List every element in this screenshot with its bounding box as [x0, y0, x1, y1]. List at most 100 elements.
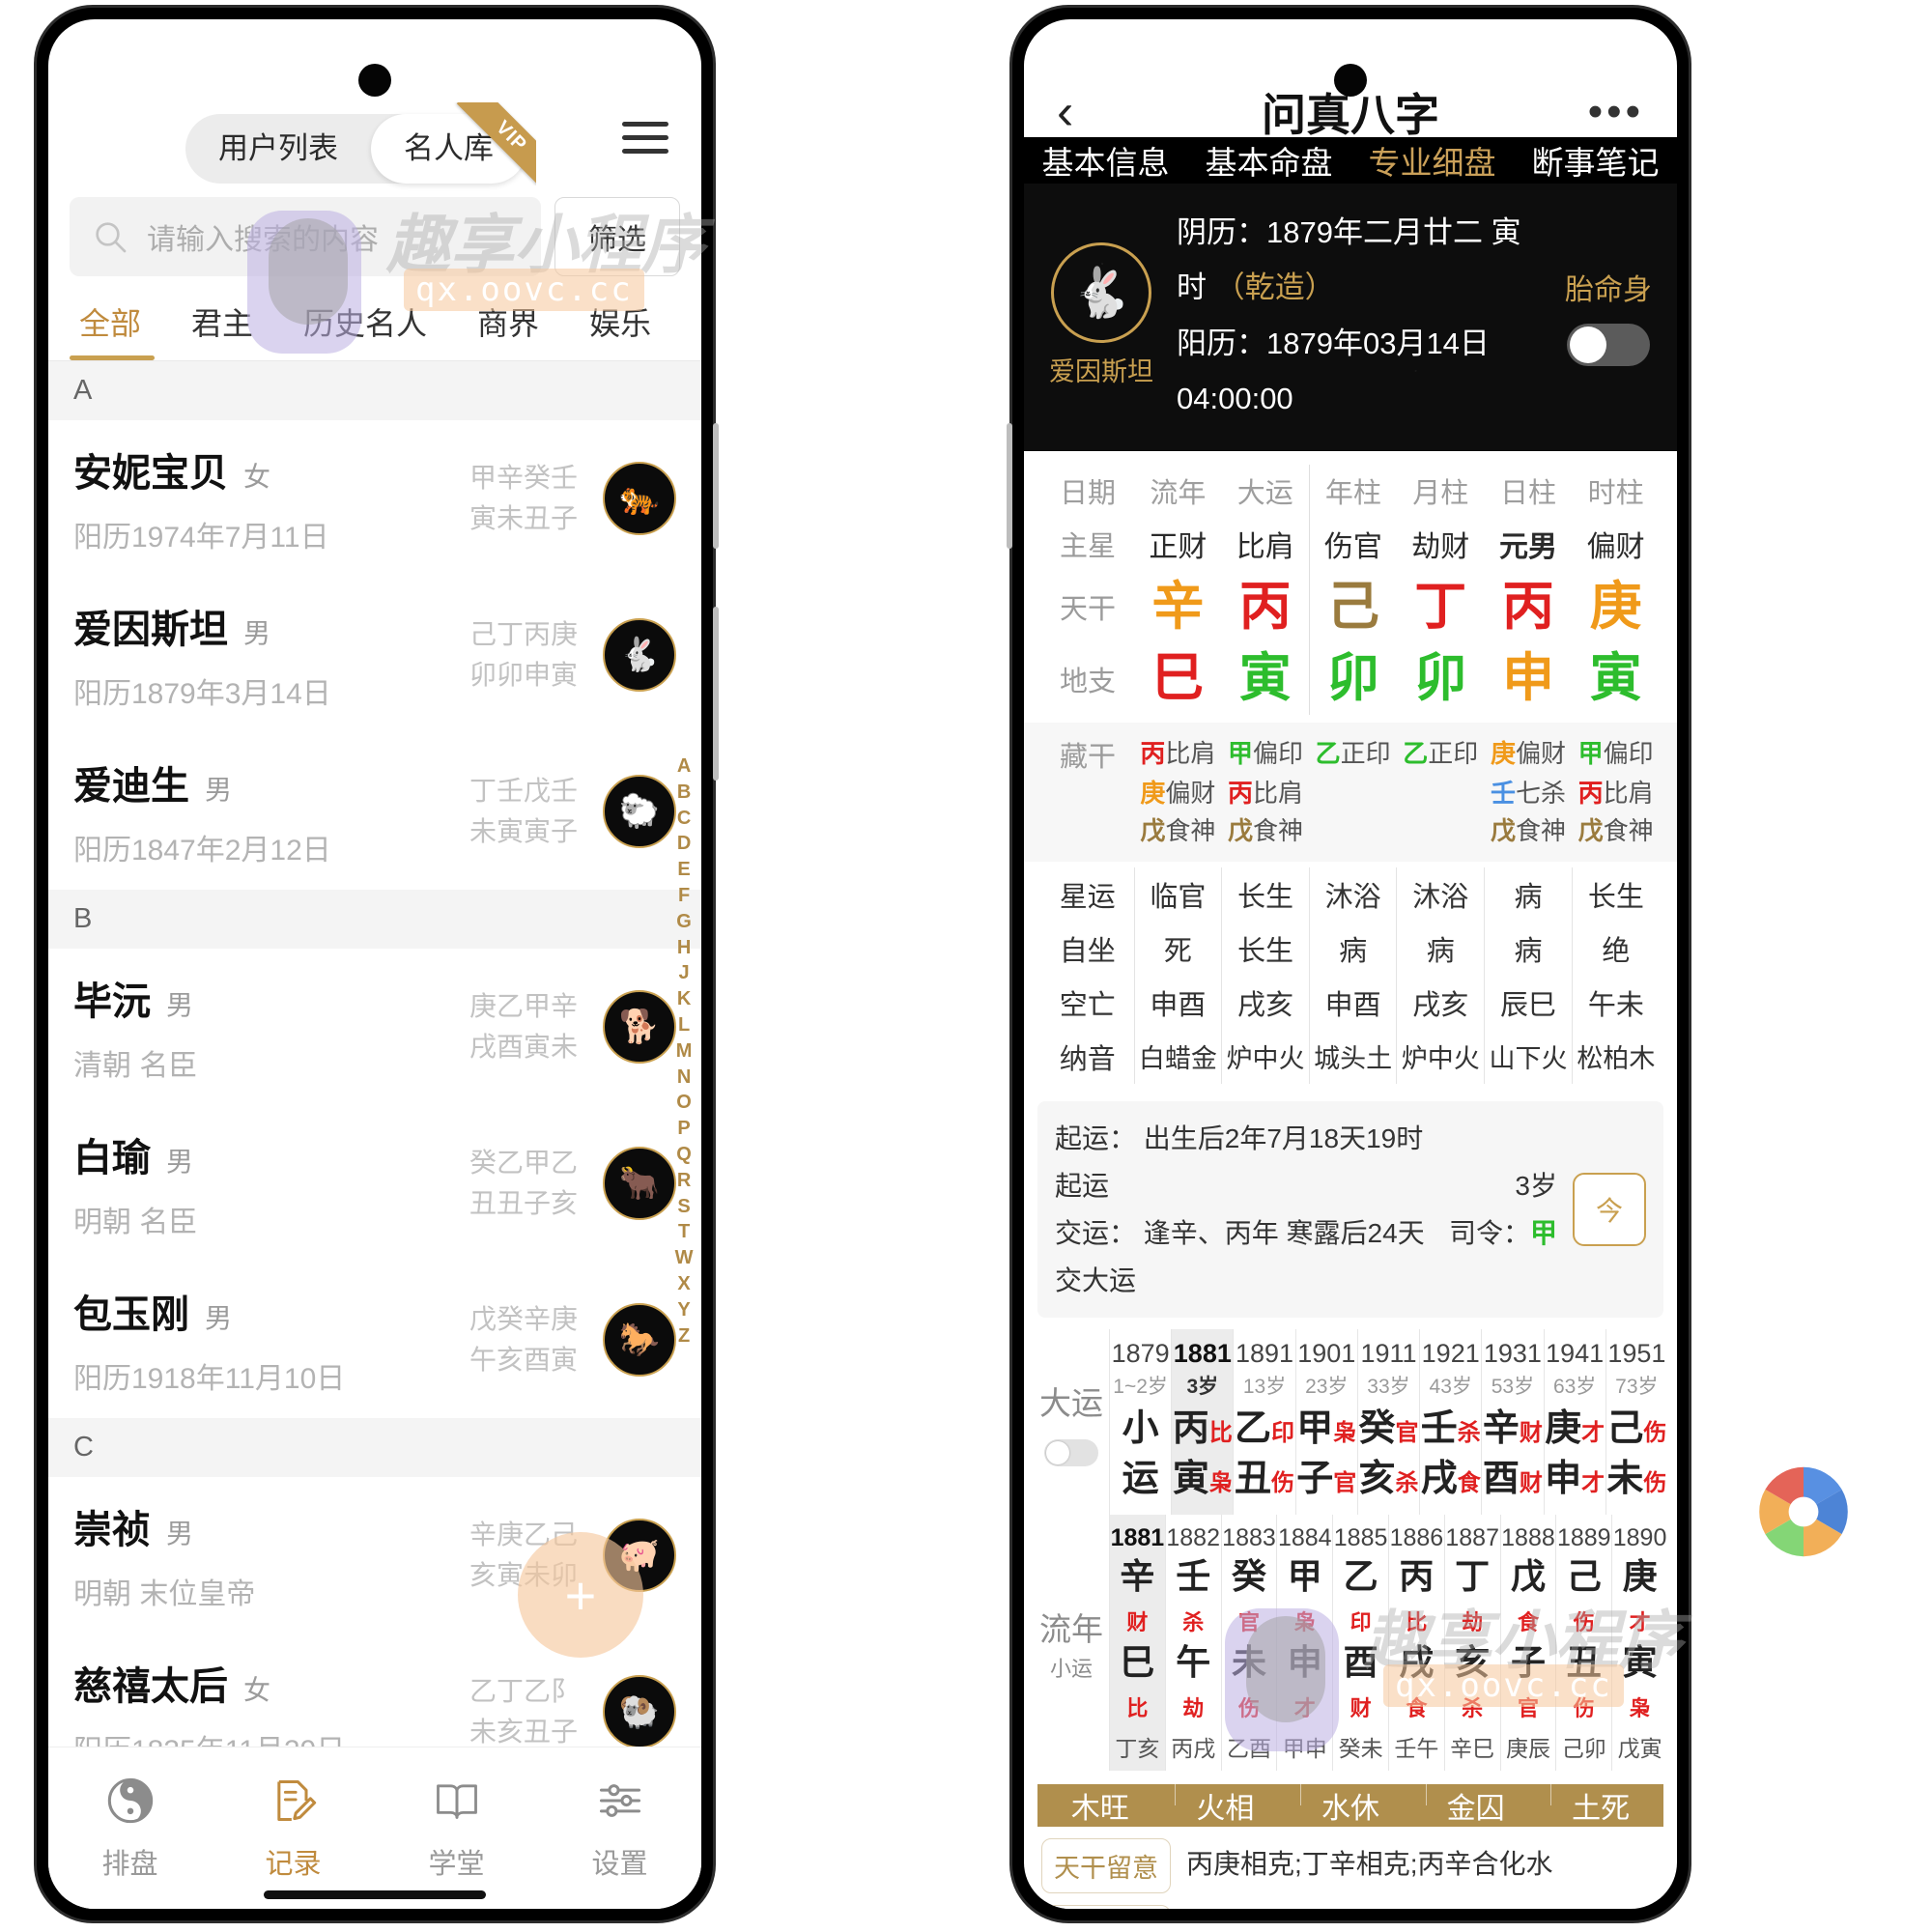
person-name: 安妮宝贝: [73, 452, 228, 495]
bazi-stems: 庚乙甲辛: [469, 991, 578, 1021]
dayun-cell-3[interactable]: 1901 23岁 甲枭 子官: [1294, 1328, 1357, 1516]
list-item[interactable]: 爱迪生男阳历1847年2月12日 丁壬戊壬 未寅寅子 🐑: [48, 733, 701, 890]
alpha-index-T[interactable]: T: [678, 1219, 691, 1245]
chevron-left-icon[interactable]: ‹: [1057, 87, 1073, 137]
alpha-index-P[interactable]: P: [677, 1116, 691, 1142]
today-button[interactable]: 今: [1573, 1172, 1646, 1246]
dayun-cell-6[interactable]: 1931 53岁 辛财 酉财: [1481, 1328, 1543, 1516]
list-item[interactable]: 安妮宝贝女阳历1974年7月11日 甲辛癸壬 寅未丑子 🐅: [48, 420, 701, 577]
alpha-index-S[interactable]: S: [677, 1194, 691, 1220]
row-label: 纳音: [1059, 1043, 1116, 1075]
alpha-index-X[interactable]: X: [677, 1271, 691, 1297]
liunian-cell-8[interactable]: 1889 己伤 丑伤 己卯: [1555, 1515, 1611, 1772]
category-tab-2[interactable]: 历史名人: [278, 299, 452, 359]
alpha-index-E[interactable]: E: [677, 857, 691, 883]
tai-ming-shen-toggle[interactable]: 胎命身: [1565, 266, 1652, 366]
alpha-index-C[interactable]: C: [677, 806, 692, 832]
alpha-index-R[interactable]: R: [677, 1168, 692, 1194]
category-tab-1[interactable]: 君主: [166, 299, 278, 359]
list-item[interactable]: 白瑜男明朝 名臣 癸乙甲乙 丑丑子亥 🐂: [48, 1105, 701, 1262]
liunian-cell-3[interactable]: 1884 甲枭 申才 甲申: [1276, 1515, 1332, 1772]
alpha-index-Y[interactable]: Y: [677, 1297, 691, 1323]
filter-button[interactable]: 筛选: [554, 197, 680, 276]
chart-tab-3[interactable]: 断事笔记: [1532, 137, 1660, 184]
segment-user-list[interactable]: 用户列表: [185, 114, 371, 184]
alpha-index-H[interactable]: H: [677, 935, 692, 961]
alpha-index-A[interactable]: A: [677, 753, 692, 780]
segmented-control[interactable]: 用户列表 名人库 VIP: [185, 102, 536, 185]
dayun-cell-1[interactable]: 1881 3岁 丙比 寅枭: [1171, 1328, 1234, 1516]
tab-shezhi[interactable]: 设置: [538, 1747, 701, 1909]
search-input[interactable]: 请输入搜索的内容: [70, 197, 541, 276]
alpha-index-Z[interactable]: Z: [678, 1323, 691, 1350]
category-tab-5[interactable]: 文学: [676, 299, 701, 359]
more-dots-icon[interactable]: •••: [1588, 91, 1644, 133]
chart-tab-0[interactable]: 基本信息: [1042, 137, 1170, 184]
row-label: 自坐: [1059, 935, 1116, 967]
liunian-cell-7[interactable]: 1888 戊食 子官 庚辰: [1499, 1515, 1556, 1772]
liunian-cell-1[interactable]: 1882 壬杀 午劫 丙戌: [1164, 1515, 1221, 1772]
dayun-cell-8[interactable]: 1951 73岁 己伤 未伤: [1605, 1328, 1667, 1516]
birth-dates: 阴历：1879年二月廿二 寅时 （乾造） 阳历：1879年03月14日 04:0…: [1177, 205, 1542, 426]
liunian-cell-4[interactable]: 1885 乙印 酉财 癸未: [1332, 1515, 1388, 1772]
chart-tab-2[interactable]: 专业细盘: [1369, 137, 1496, 184]
list-item[interactable]: 毕沅男清朝 名臣 庚乙甲辛 戌酉寅未 🐕: [48, 949, 701, 1105]
category-tab-4[interactable]: 娱乐: [564, 299, 676, 359]
bazi-stems: 甲辛癸壬: [469, 463, 578, 493]
alpha-index-N[interactable]: N: [677, 1065, 692, 1091]
liunian-cell-0[interactable]: 1881 辛财 巳比 丁亥: [1109, 1515, 1165, 1772]
stat-cell: 绝: [1571, 921, 1660, 976]
top-bar: 用户列表 名人库 VIP: [48, 87, 701, 193]
pillar-row: 主星 正财 比肩 伤官 劫财 元男 偏财: [1041, 517, 1660, 572]
dayun-stem: 癸官: [1358, 1407, 1419, 1449]
alpha-index-B[interactable]: B: [677, 780, 692, 806]
dayun-cell-0[interactable]: 1879 1~2岁小运: [1109, 1328, 1171, 1516]
add-record-fab[interactable]: +: [518, 1532, 643, 1658]
chart-section-tabs[interactable]: 基本信息 基本命盘 专业细盘 断事笔记: [1024, 137, 1677, 184]
alphabet-index[interactable]: ABCDEFGHJKLMNOPQRSTWXYZ: [675, 753, 694, 1349]
liunian-stem: 乙印: [1343, 1556, 1378, 1634]
hidden-stem-cell: 戊食神: [1227, 815, 1303, 845]
list-item[interactable]: 包玉刚男阳历1918年11月10日 戊癸辛庚 午亥酉寅 🐎: [48, 1262, 701, 1418]
dayun-stem: 小: [1122, 1407, 1159, 1449]
list-item[interactable]: 爱因斯坦男阳历1879年3月14日 己丁丙庚 卯卯申寅 🐇: [48, 577, 701, 733]
alpha-index-G[interactable]: G: [676, 909, 692, 935]
alpha-index-W[interactable]: W: [675, 1245, 694, 1271]
dayun-cell-5[interactable]: 1921 43岁 壬杀 戌食: [1419, 1328, 1481, 1516]
tab-jilu[interactable]: 记录: [212, 1747, 375, 1909]
note-text: 丙庚相克;丁辛相克;丙辛合化水: [1186, 1849, 1553, 1880]
toggle-switch[interactable]: [1567, 323, 1650, 366]
dayun-cell-2[interactable]: 1891 13岁 乙印 丑伤: [1233, 1328, 1294, 1516]
bottom-tab-bar: 排盘 记录 学堂 设置: [48, 1747, 701, 1909]
liunian-cell-6[interactable]: 1887 丁劫 亥杀 辛巳: [1443, 1515, 1500, 1772]
bazi-branches: 未亥丑子: [469, 1717, 578, 1747]
alpha-index-F[interactable]: F: [678, 883, 691, 909]
liunian-cell-2[interactable]: 1883 癸官 未伤 乙酉: [1220, 1515, 1277, 1772]
hamburger-menu-icon[interactable]: [622, 122, 668, 154]
stat-cell: 病: [1484, 867, 1573, 922]
alpha-index-D[interactable]: D: [677, 831, 692, 857]
segment-celebrity-library[interactable]: 名人库: [371, 114, 526, 184]
bazi-branches: 丑丑子亥: [469, 1188, 578, 1218]
category-tab-0[interactable]: 全部: [70, 299, 166, 359]
chart-tab-1[interactable]: 基本命盘: [1206, 137, 1333, 184]
alpha-index-L[interactable]: L: [678, 1012, 691, 1038]
stat-cell: 城头土: [1308, 1029, 1397, 1084]
dayun-cell-7[interactable]: 1941 63岁 庚才 申才: [1543, 1328, 1605, 1516]
dayun-toggle[interactable]: [1044, 1438, 1098, 1466]
liunian-cell-5[interactable]: 1886 丙比 戌食 壬午: [1387, 1515, 1444, 1772]
alpha-index-Q[interactable]: Q: [676, 1142, 692, 1168]
pillar-cell: 巳: [1151, 649, 1205, 708]
alpha-index-K[interactable]: K: [677, 986, 692, 1012]
tab-paipan[interactable]: 排盘: [48, 1747, 212, 1909]
dayun-cell-4[interactable]: 1911 33岁 癸官 亥杀: [1356, 1328, 1419, 1516]
tab-xuetang[interactable]: 学堂: [375, 1747, 538, 1909]
alpha-index-O[interactable]: O: [676, 1090, 692, 1116]
category-tab-3[interactable]: 商界: [452, 299, 564, 359]
liunian-cell-9[interactable]: 1890 庚才 寅枭 戊寅: [1611, 1515, 1667, 1772]
liunian-xiaoyun: 甲申: [1282, 1736, 1327, 1762]
zodiac-avatar: 🐑: [603, 775, 676, 848]
alpha-index-M[interactable]: M: [676, 1038, 693, 1065]
person-gender: 男: [243, 618, 271, 648]
alpha-index-J[interactable]: J: [678, 960, 690, 986]
